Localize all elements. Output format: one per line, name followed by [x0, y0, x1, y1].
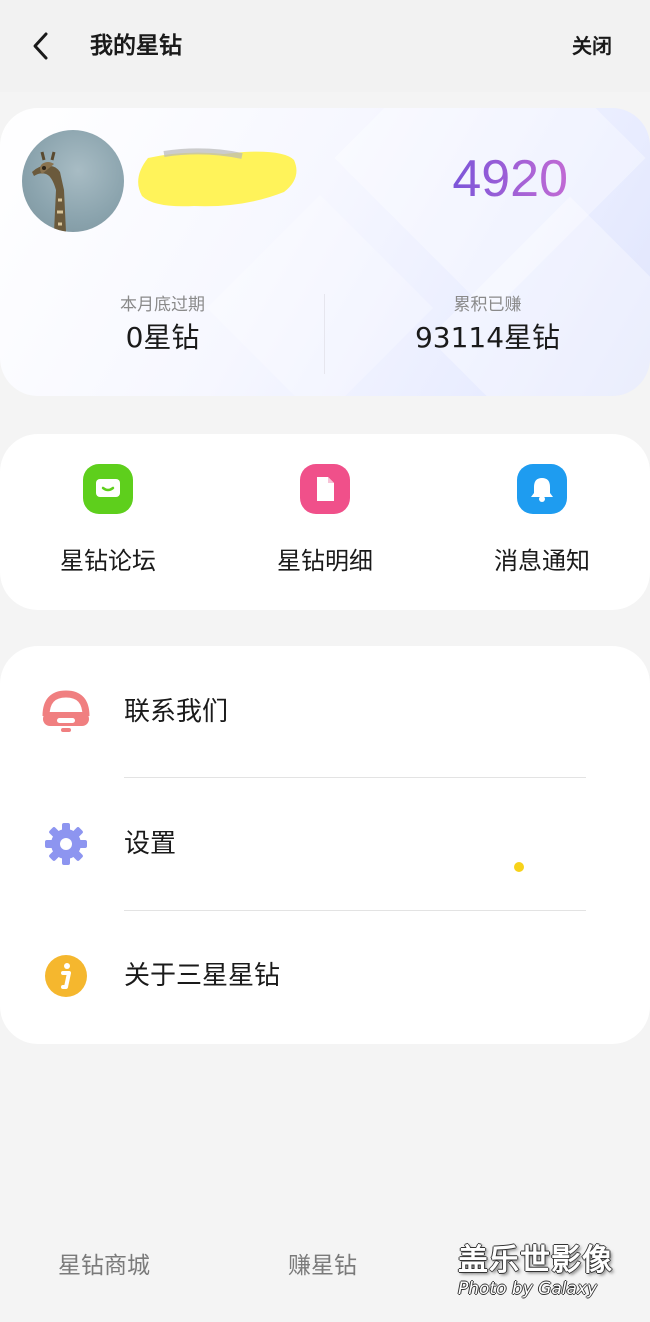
- total-earned-value: 93114星钻: [414, 321, 561, 354]
- top-bar: 我的星钻 关闭: [0, 0, 650, 92]
- nav-item-earn[interactable]: 赚星钻: [288, 1248, 357, 1284]
- bell-icon: [517, 464, 567, 514]
- watermark-main-text: 盖乐世影像: [458, 1243, 613, 1278]
- expiring-label: 本月底过期: [120, 295, 205, 315]
- back-button[interactable]: [22, 26, 58, 66]
- shortcut-notifications-label: 消息通知: [494, 547, 590, 575]
- username-redacted-mark: [138, 148, 297, 207]
- expiring-stat: 本月底过期 0星钻: [0, 292, 325, 358]
- chevron-left-icon: [33, 32, 48, 60]
- menu-item-settings[interactable]: 设置: [0, 778, 650, 910]
- nav-item-store[interactable]: 星钻商城: [58, 1248, 150, 1284]
- expiring-value: 0星钻: [125, 321, 200, 354]
- document-icon: [300, 464, 350, 514]
- total-earned-stat: 累积已赚 93114星钻: [325, 292, 650, 358]
- menu-item-contact-us[interactable]: 联系我们: [0, 646, 650, 778]
- info-icon: [40, 950, 92, 1002]
- watermark-sub-text: Photo by Galaxy: [458, 1279, 598, 1299]
- menu-item-contact-us-label: 联系我们: [124, 697, 229, 727]
- menu-item-about[interactable]: 关于三星星钻: [0, 910, 650, 1042]
- avatar[interactable]: [22, 130, 124, 232]
- star-diamond-balance: 4920: [452, 146, 568, 212]
- shortcut-details-label: 星钻明细: [277, 547, 373, 575]
- shortcuts-card: 星钻论坛 星钻明细 消息通知: [0, 434, 650, 610]
- menu-item-settings-label: 设置: [124, 829, 177, 859]
- page-title: 我的星钻: [90, 33, 182, 59]
- shortcut-notifications[interactable]: 消息通知: [434, 464, 650, 578]
- shortcut-forum[interactable]: 星钻论坛: [0, 464, 216, 578]
- gear-icon: [40, 818, 92, 870]
- menu-item-about-label: 关于三星星钻: [124, 961, 281, 991]
- shortcut-forum-label: 星钻论坛: [60, 547, 156, 575]
- close-button[interactable]: 关闭: [572, 28, 612, 64]
- camera-watermark: 盖乐世影像 Photo by Galaxy: [458, 1244, 638, 1308]
- shortcut-details[interactable]: 星钻明细: [217, 464, 433, 578]
- chat-icon: [83, 464, 133, 514]
- balance-card: 4920 本月底过期 0星钻 累积已赚 93114星钻: [0, 108, 650, 396]
- total-earned-label: 累积已赚: [453, 295, 522, 315]
- giraffe-avatar-image: [32, 151, 66, 232]
- notification-dot: [514, 862, 524, 872]
- headset-icon: [40, 686, 92, 738]
- menu-card: 联系我们 设置 关于三星星钻: [0, 646, 650, 1044]
